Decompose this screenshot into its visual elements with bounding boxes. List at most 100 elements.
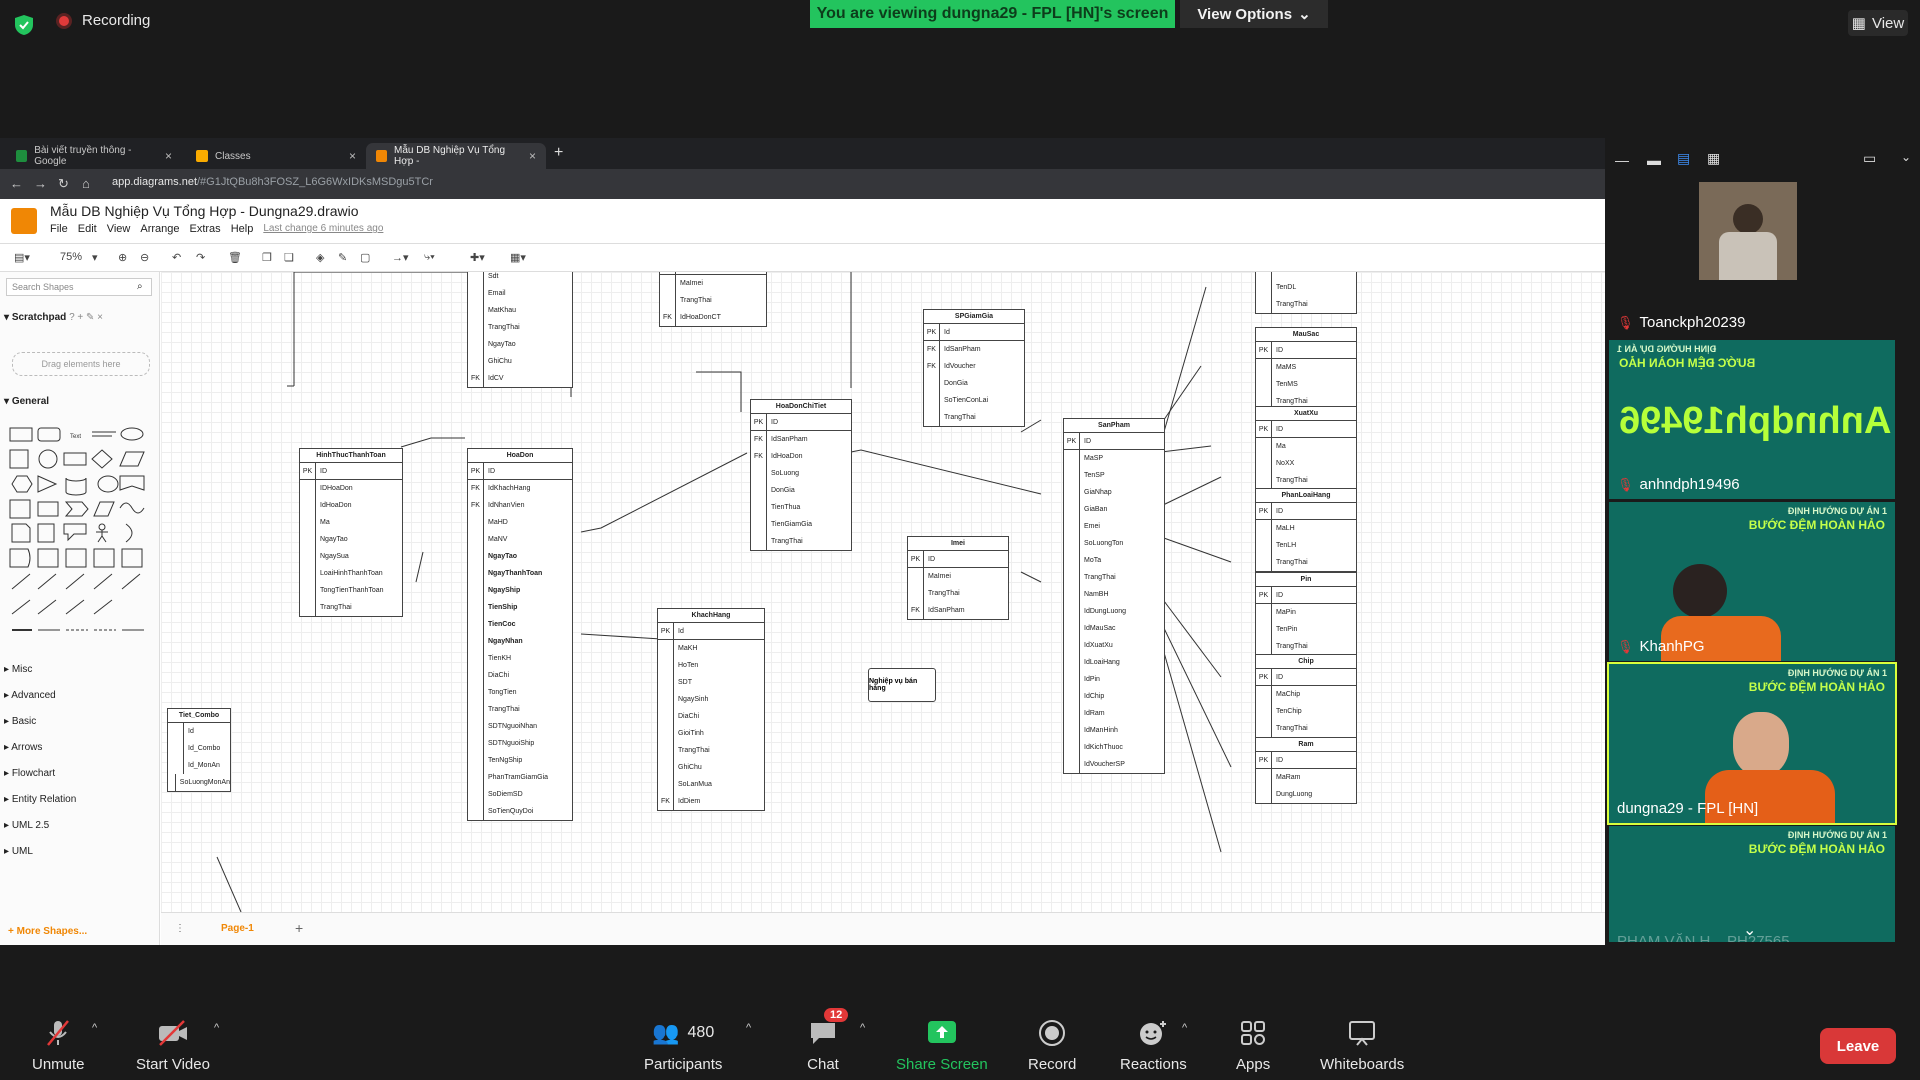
er-table-row[interactable]: TrangThai xyxy=(1256,720,1356,737)
redo-icon[interactable]: ↷ xyxy=(196,251,205,264)
er-table-row[interactable]: Ma xyxy=(1256,438,1356,455)
security-shield-icon[interactable] xyxy=(14,14,34,36)
chevron-down-icon[interactable]: ⌄ xyxy=(1901,150,1911,164)
er-table-row[interactable]: TongTienThanhToan xyxy=(300,582,402,599)
close-icon[interactable]: × xyxy=(529,149,536,163)
participant-tile[interactable]: 🎙 Toanckph20239 xyxy=(1609,178,1895,337)
format-panel-icon[interactable]: ▤▾ xyxy=(14,251,30,264)
er-table-row[interactable]: TrangThai xyxy=(660,292,766,309)
er-table-row[interactable]: NoXX xyxy=(1256,455,1356,472)
er-table-row[interactable]: MaImei xyxy=(908,568,1008,585)
er-table-row[interactable]: PK ID xyxy=(300,463,402,480)
delete-icon[interactable]: 🗑 xyxy=(228,251,242,264)
er-table-row[interactable]: PK ID xyxy=(1256,342,1356,359)
er-table-row[interactable]: GioiTinh xyxy=(658,725,764,742)
scratchpad-dropzone[interactable]: Drag elements here xyxy=(12,352,150,376)
er-table-row[interactable]: GiaBan xyxy=(1064,501,1164,518)
er-table-row[interactable]: PK ID xyxy=(1256,669,1356,686)
er-table-row[interactable]: TrangThai xyxy=(468,701,572,718)
er-table-row[interactable]: IdRam xyxy=(1064,705,1164,722)
apps-button[interactable]: Apps xyxy=(1236,1018,1270,1073)
er-table-spgiamgia[interactable]: SPGiamGia PK Id FK IdSanPham FK IdVoucher DonGi… xyxy=(923,309,1025,427)
er-table-row[interactable]: GiaNhap xyxy=(1064,484,1164,501)
er-table-row[interactable]: TenNgShip xyxy=(468,752,572,769)
er-table-row[interactable]: NgayShip xyxy=(468,582,572,599)
er-table-row[interactable]: MaDL xyxy=(1256,272,1356,279)
er-table-row[interactable]: SoLuongTon xyxy=(1064,535,1164,552)
er-table-row[interactable]: GhiChu xyxy=(468,353,572,370)
er-table-row[interactable]: PK ID xyxy=(468,463,572,480)
er-table-row[interactable]: PK Id xyxy=(924,324,1024,341)
to-front-icon[interactable]: ❐ xyxy=(262,251,272,264)
undo-icon[interactable]: ↶ xyxy=(172,251,181,264)
er-table-row[interactable]: TenMS xyxy=(1256,376,1356,393)
er-table-row[interactable]: SoLuong xyxy=(751,465,851,482)
participant-tile[interactable]: ĐỊNH HƯỚNG DỰ ÁN 1 BƯỚC ĐỆM HOÀN HẢO PHẠ… xyxy=(1609,826,1895,942)
scroll-down-icon[interactable]: ⌄ xyxy=(1743,920,1756,940)
er-table-row[interactable]: TenChip xyxy=(1256,703,1356,720)
er-table-pin[interactable]: Pin PK ID MaPin TenPin TrangThai xyxy=(1255,572,1357,656)
er-table-row[interactable]: TrangThai xyxy=(468,319,572,336)
er-table-row[interactable]: TrangThai xyxy=(1064,569,1164,586)
er-table-row[interactable]: DonGia xyxy=(924,375,1024,392)
er-table-row[interactable]: MaChip xyxy=(1256,686,1356,703)
er-table-row[interactable]: FK IdNhanVien xyxy=(468,497,572,514)
er-table-row[interactable]: IdManHinh xyxy=(1064,722,1164,739)
er-table-row[interactable]: MaRam xyxy=(1256,769,1356,786)
er-table-row[interactable]: MaNV xyxy=(468,531,572,548)
er-table-row[interactable]: FK IdHoaDonCT xyxy=(660,309,766,326)
er-table-row[interactable]: PK ID xyxy=(1064,433,1164,450)
diagram-canvas[interactable]: HinhThucThanhToan PK ID IDHoaDon IdHoaDon Ma N… xyxy=(161,272,1605,912)
er-table-row[interactable]: IdMauSac xyxy=(1064,620,1164,637)
er-table-row[interactable]: MaSP xyxy=(1064,450,1164,467)
er-table-xuatxu[interactable]: XuatXu PK ID Ma NoXX TrangThai xyxy=(1255,406,1357,490)
er-table-row[interactable]: IDHoaDon xyxy=(300,480,402,497)
er-table-mausac[interactable]: MauSac PK ID MaMS TenMS TrangThai xyxy=(1255,327,1357,411)
menu-extras[interactable]: Extras xyxy=(190,223,221,235)
er-table-phanloaihang[interactable]: PhanLoaiHang PK ID MaLH TenLH TrangThai xyxy=(1255,488,1357,572)
search-icon[interactable]: ⌕ xyxy=(137,281,143,292)
er-table-row[interactable]: NgayTao xyxy=(300,531,402,548)
er-table-row[interactable]: Email xyxy=(468,285,572,302)
browser-tab-google[interactable]: Bài viết truyền thông - Google × xyxy=(6,143,182,169)
chevron-down-icon[interactable]: ▾ xyxy=(92,251,98,264)
chat-button[interactable]: 12 Chat xyxy=(806,1008,849,1073)
side-by-side-icon[interactable]: ▭ xyxy=(1863,150,1876,167)
er-table-row[interactable]: PK ID xyxy=(908,551,1008,568)
zoom-in-icon[interactable]: ⊕ xyxy=(118,251,127,264)
unmute-button[interactable]: Unmute xyxy=(32,1018,85,1073)
back-icon[interactable]: ← xyxy=(10,176,23,191)
scratchpad-header[interactable]: ▾ Scratchpad ? + ✎ × xyxy=(4,312,103,323)
er-table-partial[interactable]: MaDL TenDL TrangThai xyxy=(1255,272,1357,314)
er-table-row[interactable]: IdChip xyxy=(1064,688,1164,705)
er-table-row[interactable]: IdPin xyxy=(1064,671,1164,688)
line-color-icon[interactable]: ✎ xyxy=(338,251,347,264)
section-uml[interactable]: ▸ UML xyxy=(4,846,33,857)
to-back-icon[interactable]: ❏ xyxy=(284,251,294,264)
er-table-row[interactable]: Ma xyxy=(300,514,402,531)
er-table-row[interactable]: FK IdDiem xyxy=(658,793,764,810)
er-table-hoadonchitiet[interactable]: HoaDonChiTiet PK ID FK IdSanPham FK IdHoaDon So… xyxy=(750,399,852,551)
er-table-sanpham[interactable]: SanPham PK ID MaSP TenSP GiaNhap GiaBan Emei SoL… xyxy=(1063,418,1165,774)
er-table-row[interactable]: TienCoc xyxy=(468,616,572,633)
insert-icon[interactable]: ✚▾ xyxy=(470,251,485,264)
er-table-row[interactable]: PK ID xyxy=(751,414,851,431)
more-shapes-link[interactable]: + More Shapes... xyxy=(8,926,87,937)
er-table-khachhang[interactable]: KhachHang PK Id MaKH HoTen SDT NgaySinh DiaChi G… xyxy=(657,608,765,811)
er-table-row[interactable]: HoTen xyxy=(658,657,764,674)
section-basic[interactable]: ▸ Basic xyxy=(4,716,36,727)
er-table-row[interactable]: TrangThai xyxy=(300,599,402,616)
last-change-link[interactable]: Last change 6 minutes ago xyxy=(263,223,383,235)
menu-help[interactable]: Help xyxy=(231,223,254,235)
chat-caret[interactable]: ^ xyxy=(860,1022,865,1034)
er-table-row[interactable]: SDTNguoiNhan xyxy=(468,718,572,735)
fill-color-icon[interactable]: ◈ xyxy=(316,251,324,264)
er-table-row[interactable]: PK ID xyxy=(1256,587,1356,604)
er-table-imei[interactable]: Imei PK ID MaImei TrangThai FK IdSanPham xyxy=(907,536,1009,620)
er-table-row[interactable]: NgayNhan xyxy=(468,633,572,650)
er-table-row[interactable]: FK IdHoaDon xyxy=(751,448,851,465)
reactions-caret[interactable]: ^ xyxy=(1182,1022,1187,1034)
leave-button[interactable]: Leave xyxy=(1820,1028,1896,1064)
er-table-row[interactable]: NgayTao xyxy=(468,336,572,353)
er-table-row[interactable]: IdDungLuong xyxy=(1064,603,1164,620)
